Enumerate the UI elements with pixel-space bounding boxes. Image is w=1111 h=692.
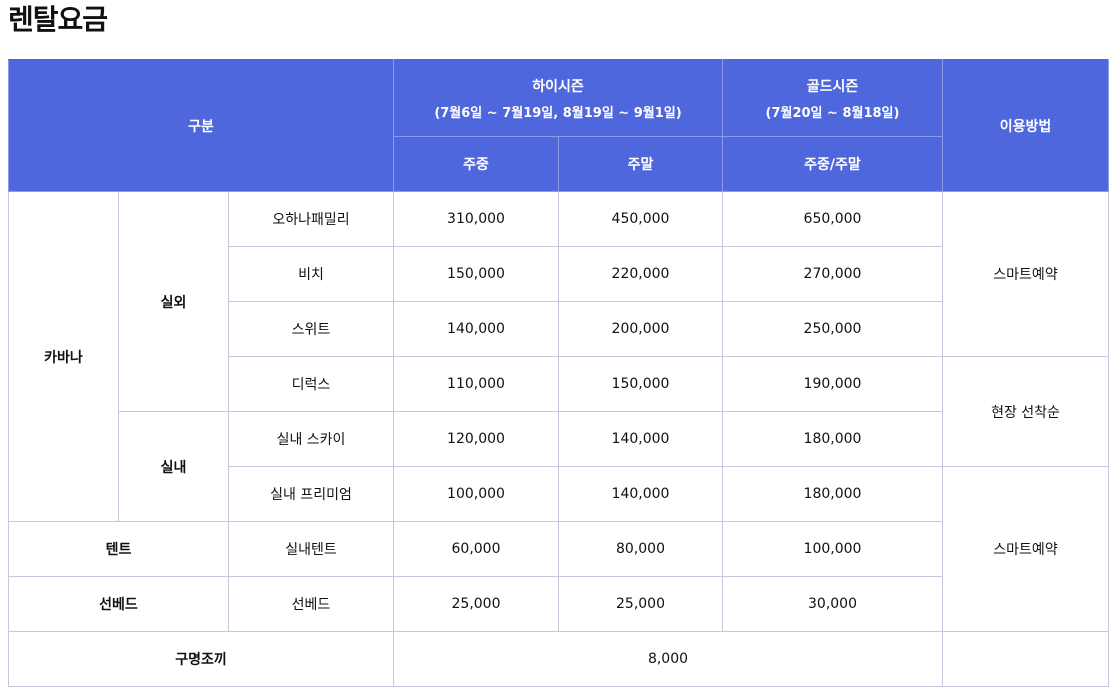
price-high-weekend: 150,000 bbox=[558, 356, 723, 412]
item-name: 오하나패밀리 bbox=[228, 191, 394, 247]
high-season-title: 하이시즌 bbox=[532, 78, 584, 95]
usage-method: 현장 선착순 bbox=[942, 356, 1109, 467]
header-high-season: 하이시즌 (7월6일 ~ 7월19일, 8월19일 ~ 9월1일) bbox=[393, 59, 723, 137]
price-gold: 650,000 bbox=[722, 191, 943, 247]
item-name: 선베드 bbox=[228, 576, 394, 632]
group-cabana: 카바나 bbox=[8, 191, 119, 522]
table-header-row: 구분 하이시즌 (7월6일 ~ 7월19일, 8월19일 ~ 9월1일) 골드시… bbox=[8, 59, 1109, 192]
price-gold: 30,000 bbox=[722, 576, 943, 632]
subgroup-outdoor: 실외 bbox=[118, 191, 229, 412]
header-gold-weekday-weekend: 주중/주말 bbox=[722, 136, 943, 192]
gold-season-title: 골드시즌 bbox=[806, 78, 859, 95]
price-life-jacket: 8,000 bbox=[393, 631, 943, 687]
item-name: 실내텐트 bbox=[228, 521, 394, 577]
price-gold: 190,000 bbox=[722, 356, 943, 412]
price-gold: 270,000 bbox=[722, 246, 943, 302]
price-gold: 250,000 bbox=[722, 301, 943, 357]
item-name: 비치 bbox=[228, 246, 394, 302]
price-high-weekend: 140,000 bbox=[558, 466, 723, 522]
header-category: 구분 bbox=[8, 59, 394, 192]
gold-season-dates: (7월20일 ~ 8월18일) bbox=[765, 105, 900, 121]
price-high-weekday: 120,000 bbox=[393, 411, 559, 467]
table-row: 구명조끼 8,000 bbox=[8, 631, 1109, 687]
page-title: 렌탈요금 bbox=[8, 3, 108, 36]
price-high-weekend: 220,000 bbox=[558, 246, 723, 302]
price-high-weekend: 140,000 bbox=[558, 411, 723, 467]
rental-rate-table: 구분 하이시즌 (7월6일 ~ 7월19일, 8월19일 ~ 9월1일) 골드시… bbox=[8, 59, 1109, 687]
subgroup-indoor: 실내 bbox=[118, 411, 229, 522]
header-high-weekend: 주말 bbox=[558, 136, 723, 192]
item-name: 실내 프리미엄 bbox=[228, 466, 394, 522]
price-gold: 180,000 bbox=[722, 466, 943, 522]
price-high-weekday: 110,000 bbox=[393, 356, 559, 412]
usage-method: 스마트예약 bbox=[942, 466, 1109, 632]
group-tent: 텐트 bbox=[8, 521, 229, 577]
usage-method-empty bbox=[942, 631, 1109, 687]
group-life-jacket: 구명조끼 bbox=[8, 631, 394, 687]
price-high-weekday: 150,000 bbox=[393, 246, 559, 302]
group-sunbed: 선베드 bbox=[8, 576, 229, 632]
price-high-weekday: 25,000 bbox=[393, 576, 559, 632]
price-high-weekend: 200,000 bbox=[558, 301, 723, 357]
price-high-weekend: 450,000 bbox=[558, 191, 723, 247]
high-season-dates: (7월6일 ~ 7월19일, 8월19일 ~ 9월1일) bbox=[434, 105, 682, 121]
item-name: 실내 스카이 bbox=[228, 411, 394, 467]
price-high-weekday: 100,000 bbox=[393, 466, 559, 522]
price-gold: 180,000 bbox=[722, 411, 943, 467]
price-gold: 100,000 bbox=[722, 521, 943, 577]
header-usage: 이용방법 bbox=[942, 59, 1109, 192]
price-high-weekday: 60,000 bbox=[393, 521, 559, 577]
header-high-weekday: 주중 bbox=[393, 136, 559, 192]
usage-method: 스마트예약 bbox=[942, 191, 1109, 357]
price-high-weekday: 140,000 bbox=[393, 301, 559, 357]
price-high-weekend: 80,000 bbox=[558, 521, 723, 577]
price-high-weekday: 310,000 bbox=[393, 191, 559, 247]
header-gold-season: 골드시즌 (7월20일 ~ 8월18일) bbox=[722, 59, 943, 137]
item-name: 디럭스 bbox=[228, 356, 394, 412]
item-name: 스위트 bbox=[228, 301, 394, 357]
table-row: 카바나 실외 오하나패밀리 310,000 450,000 650,000 스마… bbox=[8, 191, 1109, 522]
price-high-weekend: 25,000 bbox=[558, 576, 723, 632]
